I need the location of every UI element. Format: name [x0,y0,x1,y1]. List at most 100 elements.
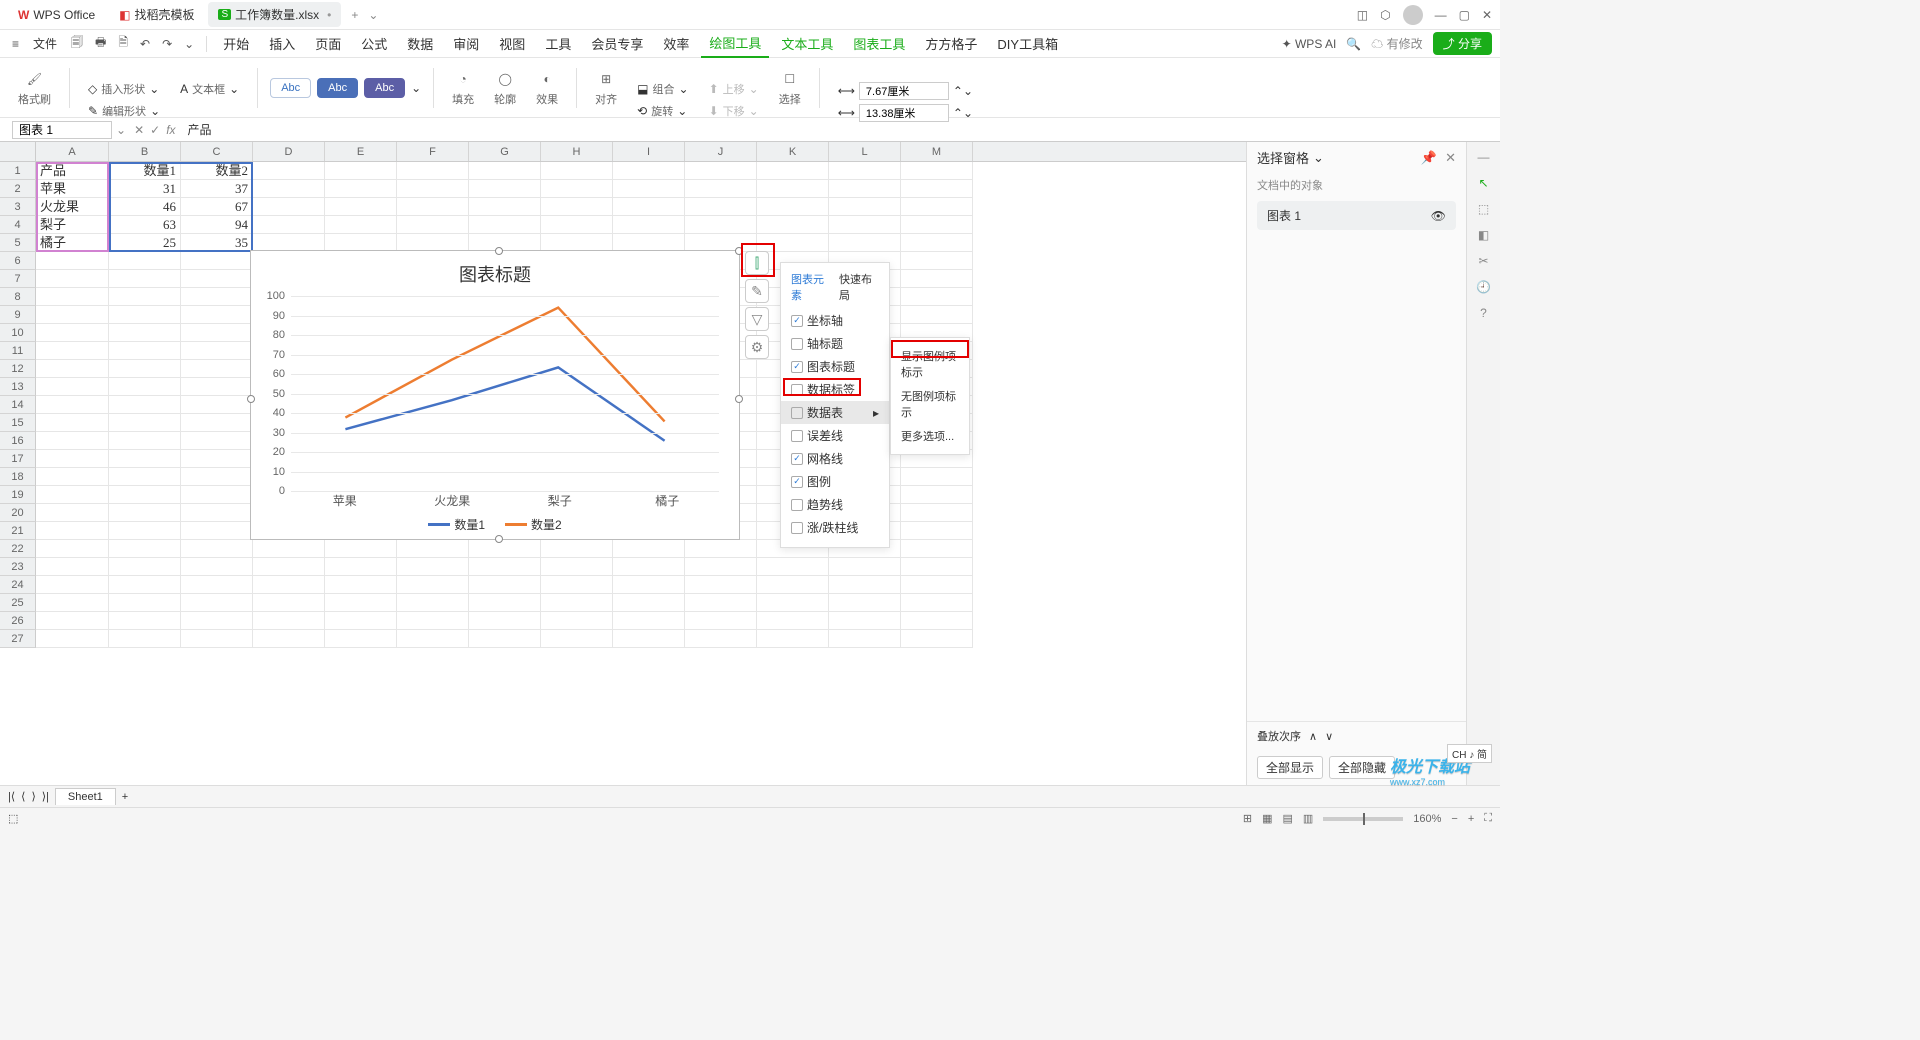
view-break-icon[interactable]: ▤ [1282,812,1292,825]
cell[interactable]: 35 [181,234,253,252]
row-header[interactable]: 5 [0,234,36,252]
cell[interactable] [541,216,613,234]
cell[interactable] [253,198,325,216]
col-header[interactable]: B [109,142,181,161]
preview-icon[interactable]: 🗎 [114,31,132,56]
visibility-icon[interactable]: 👁 [1431,209,1446,223]
cell[interactable] [757,234,829,252]
move-up-icon[interactable]: ∧ [1309,730,1317,743]
cell[interactable] [109,540,181,558]
select-all-corner[interactable] [0,142,36,161]
cell[interactable] [541,612,613,630]
chevron-down-icon[interactable]: ⌄ [149,82,159,96]
cell[interactable] [685,630,757,648]
checkbox[interactable] [791,384,803,396]
tools-icon[interactable]: ✂ [1478,254,1488,268]
confirm-icon[interactable]: ✓ [150,123,160,137]
cell[interactable] [757,198,829,216]
submenu-more-options[interactable]: 更多选项... [891,424,969,448]
cell[interactable] [36,324,109,342]
cell[interactable] [757,216,829,234]
group-icon[interactable]: ⬓ [637,82,648,96]
height-input[interactable] [859,82,949,100]
layers-icon[interactable]: ◧ [1478,228,1489,242]
cell[interactable]: 25 [109,234,181,252]
resize-handle[interactable] [735,247,743,255]
chart-object[interactable]: 图表标题 0102030405060708090100 苹果火龙果梨子橘子 数量… [250,250,740,540]
row-header[interactable]: 9 [0,306,36,324]
cell[interactable] [181,324,253,342]
cell[interactable] [397,612,469,630]
cell[interactable] [109,612,181,630]
cell[interactable] [36,540,109,558]
cell[interactable]: 67 [181,198,253,216]
menu-chart-tools[interactable]: 图表工具 [845,30,913,57]
cell[interactable] [181,522,253,540]
cell[interactable] [901,630,973,648]
cell[interactable] [109,288,181,306]
cell[interactable] [685,198,757,216]
cell[interactable] [397,216,469,234]
outline-icon[interactable]: ◯ [495,69,515,89]
file-menu[interactable]: 文件 [27,33,63,54]
insert-shape-icon[interactable]: ◇ [88,82,97,96]
chart-title[interactable]: 图表标题 [251,261,739,287]
row-header[interactable]: 4 [0,216,36,234]
chart-filter-button[interactable]: ▽ [745,307,769,331]
cell[interactable] [829,198,901,216]
search-icon[interactable]: 🔍 [1346,37,1361,51]
cell[interactable] [36,414,109,432]
cell[interactable] [541,558,613,576]
chevron-down-icon[interactable]: ⌄ [150,104,160,118]
cell[interactable] [325,612,397,630]
cell[interactable] [685,162,757,180]
col-header[interactable]: E [325,142,397,161]
row-header[interactable]: 8 [0,288,36,306]
insert-shape-label[interactable]: 插入形状 [101,81,145,97]
tab-list-button[interactable]: ⌄ [364,6,382,24]
cell[interactable] [109,594,181,612]
cell[interactable] [253,630,325,648]
rotate-label[interactable]: 旋转 [651,103,673,119]
avatar[interactable] [1403,5,1423,25]
cell[interactable] [829,180,901,198]
col-header[interactable]: J [685,142,757,161]
cell[interactable] [109,558,181,576]
menu-fanggezi[interactable]: 方方格子 [917,30,985,57]
cell[interactable] [685,540,757,558]
row-header[interactable]: 13 [0,378,36,396]
cell[interactable] [757,630,829,648]
cell[interactable] [541,540,613,558]
cell[interactable] [253,162,325,180]
cell[interactable] [613,558,685,576]
row-header[interactable]: 22 [0,540,36,558]
submenu-no-legend-keys[interactable]: 无图例项标示 [891,384,969,424]
cell[interactable] [325,630,397,648]
cell[interactable] [36,378,109,396]
row-header[interactable]: 15 [0,414,36,432]
row-header[interactable]: 11 [0,342,36,360]
cell[interactable] [181,432,253,450]
cell[interactable] [109,630,181,648]
cell[interactable] [253,612,325,630]
cell[interactable] [181,270,253,288]
chart-element-option[interactable]: 趋势线 [781,493,889,516]
cell[interactable] [469,162,541,180]
cell[interactable] [109,450,181,468]
row-header[interactable]: 20 [0,504,36,522]
cell[interactable] [181,252,253,270]
cell[interactable] [613,540,685,558]
cell[interactable] [253,576,325,594]
textbox-label[interactable]: 文本框 [192,81,225,97]
show-all-button[interactable]: 全部显示 [1257,756,1323,779]
checkbox[interactable]: ✓ [791,453,803,465]
menu-diy[interactable]: DIY工具箱 [989,30,1066,57]
cell[interactable] [397,576,469,594]
maximize-button[interactable]: ▢ [1459,8,1470,22]
properties-icon[interactable]: ⬚ [1478,202,1489,216]
format-painter-icon[interactable]: 🖌 [25,69,45,89]
app-tab[interactable]: W WPS Office [8,4,105,26]
cell[interactable] [109,432,181,450]
cell[interactable] [901,594,973,612]
chart-element-option[interactable]: 数据标签 [781,378,889,401]
